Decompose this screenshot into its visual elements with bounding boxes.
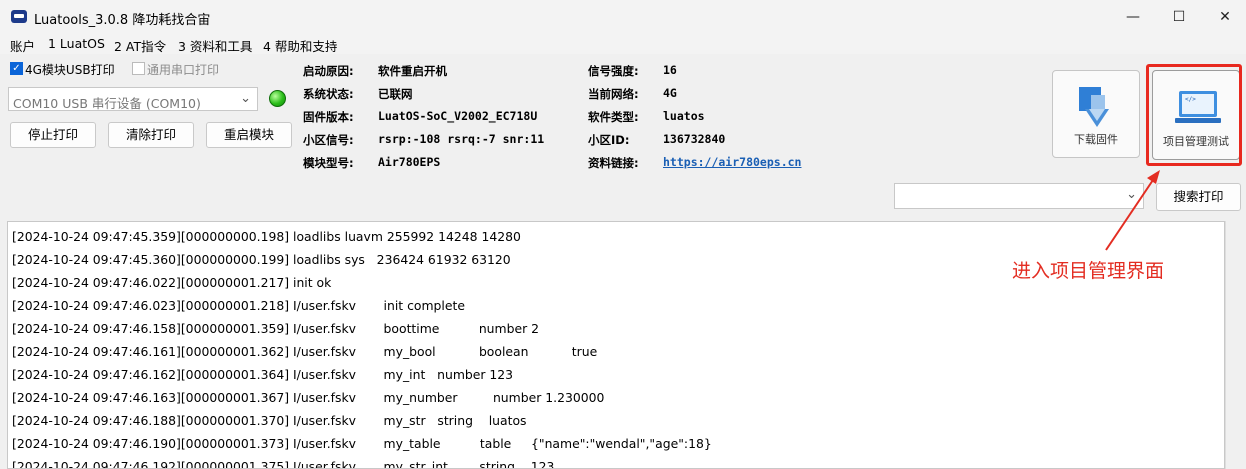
annotation-arrow-icon: [1105, 170, 1160, 251]
annotation-text: 进入项目管理界面: [1012, 260, 1165, 282]
